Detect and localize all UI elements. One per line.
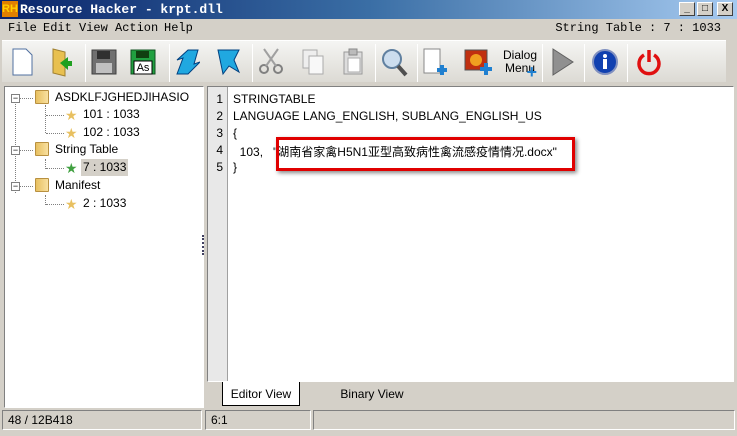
app-logo-icon: RH bbox=[2, 1, 18, 17]
cut-button[interactable] bbox=[255, 45, 287, 79]
line-number: 3 bbox=[216, 126, 223, 140]
menu-action[interactable]: Action bbox=[115, 19, 158, 38]
line-number: 2 bbox=[216, 109, 223, 123]
tab-binary-view[interactable]: Binary View bbox=[332, 382, 412, 406]
tree-item-102[interactable]: 102 : 1033 bbox=[83, 124, 140, 141]
folder-icon bbox=[35, 178, 49, 192]
tab-editor-view[interactable]: Editor View bbox=[222, 382, 300, 406]
line-gutter: 1 2 3 4 5 bbox=[208, 87, 228, 381]
tree-item-101[interactable]: 101 : 1033 bbox=[83, 106, 140, 123]
resource-title: String Table : 7 : 1033 bbox=[555, 21, 721, 35]
highlight-box bbox=[276, 137, 575, 171]
tree-group-manifest[interactable]: Manifest bbox=[55, 177, 100, 194]
copy-icon bbox=[302, 49, 324, 75]
menu-file[interactable]: File bbox=[8, 19, 37, 38]
exit-button[interactable] bbox=[633, 45, 665, 79]
folder-icon bbox=[35, 142, 49, 156]
cut-icon bbox=[259, 48, 283, 74]
toolbar: As Dialog Menu + bbox=[2, 40, 726, 82]
star-icon: ★ bbox=[65, 107, 78, 123]
tree-item-7-selected[interactable]: 7 : 1033 bbox=[81, 159, 129, 176]
view-tabs: Editor View Binary View bbox=[207, 382, 734, 406]
tree-group-asdklfjghedjihasio[interactable]: ASDKLFJGHEDJIHASIO bbox=[55, 89, 189, 106]
code-line: } bbox=[233, 160, 238, 174]
search-icon bbox=[382, 49, 408, 77]
open-folder-icon bbox=[52, 48, 72, 77]
code-line: { bbox=[233, 126, 238, 140]
collapse-toggle[interactable]: − bbox=[11, 146, 20, 155]
menu-edit[interactable]: Edit bbox=[43, 19, 72, 38]
bookmark-icon bbox=[217, 49, 241, 76]
new-file-button[interactable] bbox=[6, 45, 38, 79]
save-as-label: As bbox=[136, 62, 150, 74]
add-image-button[interactable] bbox=[463, 45, 495, 79]
star-icon: ★ bbox=[65, 125, 78, 141]
about-button[interactable] bbox=[589, 45, 621, 79]
code-line: STRINGTABLE bbox=[233, 92, 316, 106]
minimize-button[interactable]: _ bbox=[679, 2, 695, 16]
new-file-icon bbox=[12, 48, 33, 76]
open-button[interactable] bbox=[46, 45, 78, 79]
add-dialog-menu-button[interactable]: Dialog Menu + bbox=[501, 45, 539, 82]
collapse-toggle[interactable]: − bbox=[11, 182, 20, 191]
run-icon bbox=[552, 48, 574, 76]
compile-button[interactable] bbox=[171, 45, 203, 79]
tree-group-string-table[interactable]: String Table bbox=[55, 141, 118, 158]
maximize-button[interactable]: □ bbox=[697, 2, 713, 16]
status-extra bbox=[313, 410, 735, 430]
save-icon bbox=[91, 49, 117, 75]
collapse-toggle[interactable]: − bbox=[11, 94, 20, 103]
save-as-button[interactable]: As bbox=[127, 45, 159, 79]
about-icon bbox=[592, 49, 618, 75]
exit-icon bbox=[637, 50, 661, 76]
save-button[interactable] bbox=[88, 45, 120, 79]
search-button[interactable] bbox=[378, 45, 410, 79]
line-number: 4 bbox=[216, 143, 223, 157]
resource-tree: − ASDKLFJGHEDJIHASIO ★ 101 : 1033 ★ 102 … bbox=[4, 86, 204, 408]
menu-bar: File Edit View Action Help String Table … bbox=[0, 19, 737, 38]
line-number: 5 bbox=[216, 160, 223, 174]
paste-icon bbox=[343, 48, 363, 75]
star-icon: ★ bbox=[65, 160, 78, 176]
close-button[interactable]: X bbox=[717, 2, 733, 16]
star-icon: ★ bbox=[65, 196, 78, 212]
line-number: 1 bbox=[216, 92, 223, 106]
compile-icon bbox=[176, 49, 200, 75]
code-line: LANGUAGE LANG_ENGLISH, SUBLANG_ENGLISH_U… bbox=[233, 109, 542, 123]
run-button[interactable] bbox=[546, 45, 578, 79]
status-position: 6:1 bbox=[205, 410, 311, 430]
paste-button[interactable] bbox=[337, 45, 369, 79]
splitter-handle[interactable] bbox=[202, 235, 205, 255]
add-resource-icon bbox=[423, 48, 447, 75]
status-offset: 48 / 12B418 bbox=[2, 410, 202, 430]
folder-icon bbox=[35, 90, 49, 104]
add-resource-button[interactable] bbox=[420, 45, 452, 79]
add-dialog-menu-icon: + bbox=[526, 62, 537, 82]
window-title: Resource Hacker - krpt.dll bbox=[20, 2, 223, 17]
menu-view[interactable]: View bbox=[79, 19, 108, 38]
bookmark-button[interactable] bbox=[212, 45, 244, 79]
title-bar: RH Resource Hacker - krpt.dll _ □ X bbox=[0, 0, 737, 19]
add-image-icon bbox=[464, 49, 492, 75]
code-editor[interactable]: 1 2 3 4 5 STRINGTABLE LANGUAGE LANG_ENGL… bbox=[207, 86, 734, 382]
menu-help[interactable]: Help bbox=[164, 19, 193, 38]
copy-button[interactable] bbox=[297, 45, 329, 79]
tree-item-2[interactable]: 2 : 1033 bbox=[83, 195, 126, 212]
